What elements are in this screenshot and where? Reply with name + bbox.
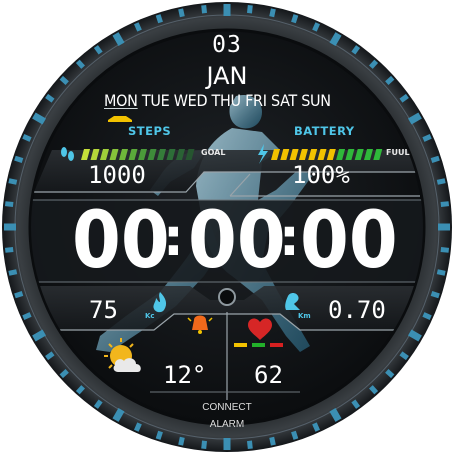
bezel-tick [246,440,253,450]
distance-unit: Km [298,312,311,320]
bezel-tick [4,246,14,253]
heart-rate-zone-bar [234,343,283,347]
date-month: JAN [206,62,248,90]
connect-label: CONNECT [202,402,252,413]
bezel-tick [4,223,16,231]
bezel-tick [201,4,208,14]
weekday-sat: SAT [270,91,297,110]
calories-unit: Kc [145,312,155,320]
steps-goal-label: GOAL [201,148,226,157]
calories-value: 75 [89,296,118,324]
weekday-sun: SUN [301,91,331,110]
battery-label: BATTERY [294,124,355,138]
battery-full-label: FUUL [386,148,410,157]
time-colon-1: : [163,208,184,268]
steps-label: STEPS [128,124,172,138]
time-hours: 00 [72,196,170,286]
steps-value: 1000 [88,161,146,189]
distance-value: 0.70 [328,296,386,324]
heart-rate-value: 62 [254,361,283,389]
battery-value: 100% [292,161,350,189]
center-knob [218,288,236,306]
bezel-tick [223,438,231,450]
weekday-wed: WED [173,91,208,110]
bezel-tick [4,201,14,208]
heart-rate-zone [270,343,283,347]
bezel-tick [440,201,450,208]
weekday-tue: TUE [141,91,170,110]
weekday-thu: THU [211,91,242,110]
weekday-mon: MON [104,91,138,110]
time-colon-2: : [279,208,300,268]
bezel-tick [246,4,253,14]
heart-rate-zone [234,343,247,347]
bezel-tick [438,223,450,231]
heart-rate-zone [252,343,265,347]
time-seconds: 00 [300,196,398,286]
bezel-tick [223,4,231,16]
time-minutes: 00 [188,196,286,286]
weather-temperature: 12° [163,361,207,389]
alarm-label: ALARM [209,419,245,430]
weekday-fri: FRI [245,91,267,110]
weekday-row: MON TUE WED THU FRI SAT SUN [104,91,331,110]
bezel-tick [440,246,450,253]
date-day: 03 [212,32,242,58]
bezel-tick [201,440,208,450]
